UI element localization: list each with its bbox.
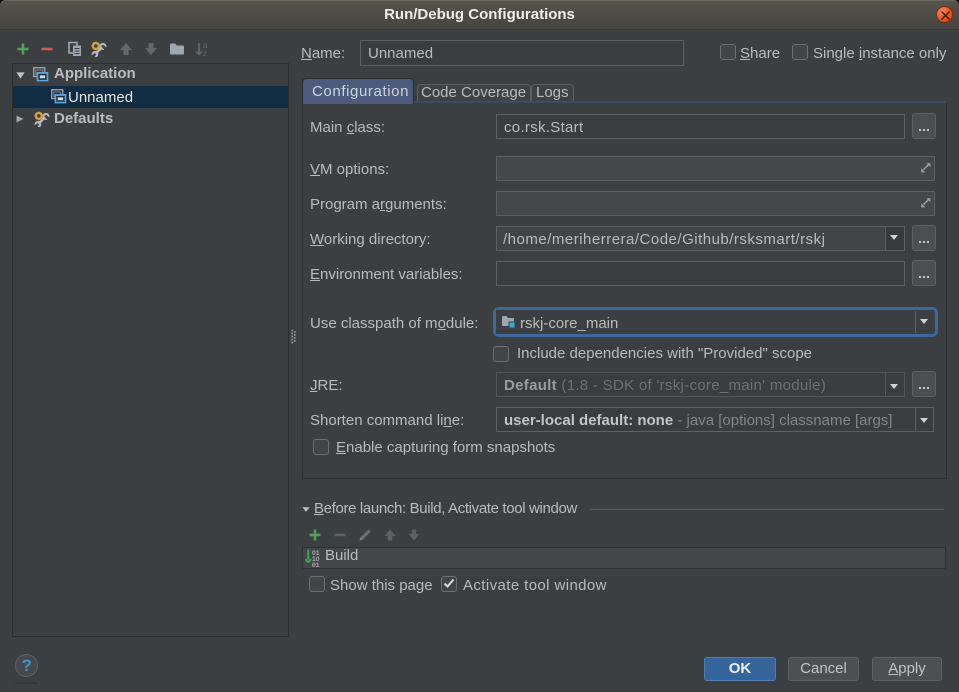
svg-text:01: 01: [312, 562, 320, 567]
svg-text:z: z: [203, 49, 207, 57]
